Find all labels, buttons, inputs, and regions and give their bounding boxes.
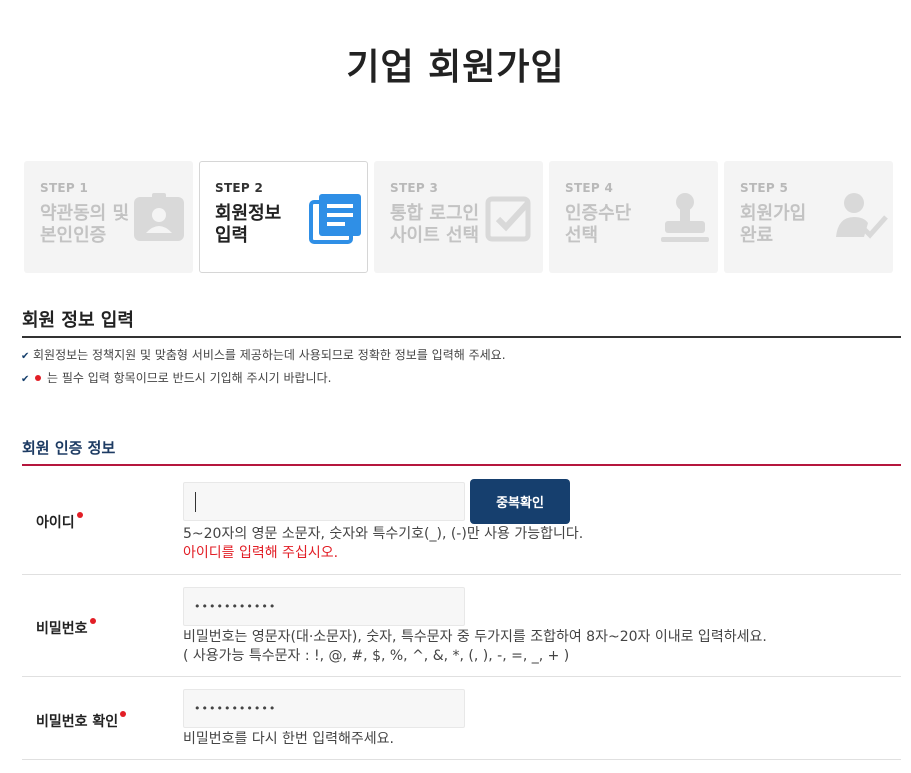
notice-accuracy: ✔ 회원정보는 정책지원 및 맞춤형 서비스를 제공하는데 사용되므로 정확한 정… <box>21 347 506 363</box>
section-title: 회원 정보 입력 <box>22 310 134 331</box>
step-5: STEP 5 회원가입 완료 <box>724 161 893 273</box>
id-error-text: 아이디를 입력해 주십시오. <box>183 545 339 561</box>
password-confirm-input[interactable] <box>183 689 465 728</box>
step-label: 인증수단 선택 <box>565 203 632 246</box>
form-row-password-confirm: 비밀번호 확인 비밀번호를 다시 한번 입력해주세요. <box>22 677 901 760</box>
step-progress: STEP 1 약관동의 및 본인인증 STEP 2 회원정보 입력 STEP 3 통… <box>24 161 894 273</box>
page-title: 기업 회원가입 <box>346 47 565 88</box>
password-confirm-help-text: 비밀번호를 다시 한번 입력해주세요. <box>183 731 394 747</box>
id-input[interactable] <box>183 482 465 521</box>
form-row-password: 비밀번호 비밀번호는 영문자(대·소문자), 숫자, 특수문자 중 두가지를 조… <box>22 575 901 677</box>
step-label: 통합 로그인 사이트 선택 <box>390 203 480 246</box>
notice-required: ✔ 는 필수 입력 항목이므로 반드시 기입해 주시기 바랍니다. <box>21 370 331 386</box>
required-dot-icon <box>76 512 83 518</box>
password-label: 비밀번호 <box>36 618 96 638</box>
check-icon: ✔ <box>21 351 30 362</box>
step-label: 회원정보 입력 <box>215 203 282 246</box>
id-label: 아이디 <box>36 512 83 532</box>
step-4: STEP 4 인증수단 선택 <box>549 161 718 273</box>
check-icon: ✔ <box>21 374 30 385</box>
required-dot-icon <box>89 618 96 624</box>
step-3: STEP 3 통합 로그인 사이트 선택 <box>374 161 543 273</box>
password-input[interactable] <box>183 587 465 626</box>
required-dot-icon <box>35 375 41 381</box>
form-row-id: 아이디 중복확인 5~20자의 영문 소문자, 숫자와 특수기호(_), (-)… <box>22 466 901 575</box>
step-label: 회원가입 완료 <box>740 203 807 246</box>
required-dot-icon <box>120 711 127 717</box>
step-2: STEP 2 회원정보 입력 <box>199 161 368 273</box>
id-help-text: 5~20자의 영문 소문자, 숫자와 특수기호(_), (-)만 사용 가능합니… <box>183 526 584 542</box>
section-divider <box>22 336 901 338</box>
step-label: 약관동의 및 본인인증 <box>40 203 130 246</box>
password-help-text: 비밀번호는 영문자(대·소문자), 숫자, 특수문자 중 두가지를 조합하여 8… <box>183 629 767 645</box>
password-confirm-label: 비밀번호 확인 <box>36 711 127 731</box>
step-1: STEP 1 약관동의 및 본인인증 <box>24 161 193 273</box>
text-caret <box>195 492 196 512</box>
password-special-chars-text: ( 사용가능 특수문자 : !, @, #, $, %, ^, &, *, (,… <box>183 648 570 664</box>
duplicate-check-button[interactable]: 중복확인 <box>470 479 570 524</box>
auth-section-title: 회원 인증 정보 <box>22 439 116 457</box>
